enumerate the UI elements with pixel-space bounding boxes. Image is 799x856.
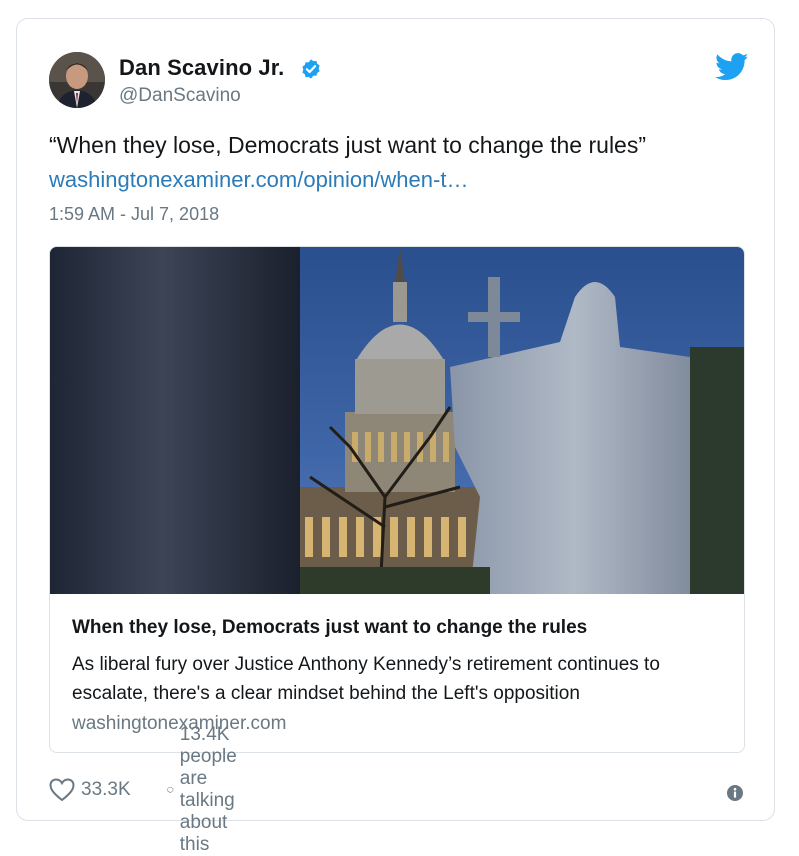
tweet-embed-card: Dan Scavino Jr. @DanScavino “When they l…: [16, 18, 775, 855]
info-icon[interactable]: [725, 783, 745, 803]
talking-count: 13.4K people are talking about this: [179, 724, 237, 855]
article-image: [50, 247, 744, 594]
tweet-link[interactable]: washingtonexaminer.com/opinion/when-t…: [49, 167, 468, 193]
author-handle[interactable]: @DanScavino: [119, 85, 241, 107]
link-preview-card[interactable]: When they lose, Democrats just want to c…: [49, 246, 745, 753]
twitter-bird-icon[interactable]: [715, 53, 749, 81]
tweet-text: “When they lose, Democrats just want to …: [49, 132, 647, 158]
author-avatar[interactable]: [49, 52, 105, 108]
verified-badge-icon: [302, 59, 320, 79]
like-button[interactable]: 33.3K: [49, 775, 131, 805]
like-count: 33.3K: [81, 779, 131, 800]
tweet-timestamp[interactable]: 1:59 AM - Jul 7, 2018: [49, 204, 219, 225]
heart-icon: [49, 778, 75, 802]
article-title: When they lose, Democrats just want to c…: [72, 617, 588, 638]
talking-link[interactable]: 13.4K people are talking about this: [167, 724, 256, 855]
article-description: As liberal fury over Justice Anthony Ken…: [72, 654, 660, 704]
author-name[interactable]: Dan Scavino Jr.: [119, 55, 284, 81]
speech-bubble-icon: [167, 787, 174, 794]
